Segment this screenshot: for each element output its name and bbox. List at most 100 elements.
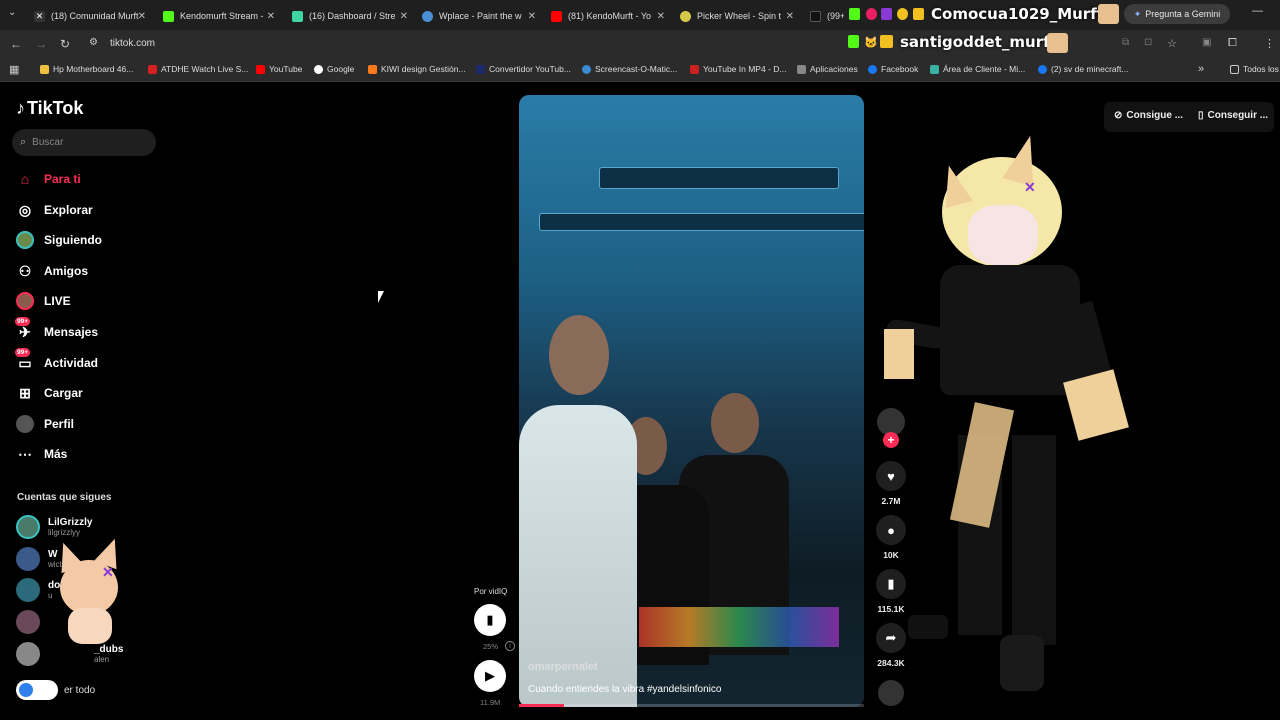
kick-emote-icon bbox=[849, 8, 860, 20]
video-player[interactable] bbox=[519, 95, 864, 707]
nav-activity[interactable]: ▭ 99+ Actividad bbox=[15, 348, 99, 374]
tab-6[interactable]: Picker Wheel - Spin t ✕ bbox=[680, 5, 794, 27]
bookmark-item[interactable]: Todos los bbox=[1230, 64, 1279, 74]
url-field[interactable]: tiktok.com bbox=[110, 38, 155, 49]
nav-label: Amigos bbox=[44, 264, 89, 278]
upload-plus-icon: ⊞ bbox=[19, 384, 31, 401]
back-icon[interactable]: ← bbox=[10, 37, 22, 51]
nav-friends[interactable]: ⚇ Amigos bbox=[16, 260, 88, 282]
bookmark-item[interactable]: Hp Motherboard 46... bbox=[40, 64, 133, 74]
bookmark-label: Google bbox=[327, 64, 355, 74]
close-icon[interactable]: ✕ bbox=[400, 11, 408, 22]
extension-icon[interactable]: ▣ bbox=[1202, 37, 1211, 48]
bookmark-label: Hp Motherboard 46... bbox=[53, 64, 134, 74]
search-input[interactable] bbox=[32, 137, 133, 148]
bookmark-label: (2) sv de minecraft... bbox=[1051, 64, 1129, 74]
search-box[interactable]: ⌕ bbox=[12, 129, 156, 156]
bookmark-item[interactable]: KIWI design Gestión... bbox=[368, 64, 466, 74]
get-app-link[interactable]: ⊘ Consigue ... bbox=[1114, 110, 1183, 121]
bookmark-label: KIWI design Gestión... bbox=[381, 64, 466, 74]
youtube-icon bbox=[551, 10, 562, 22]
toggle-switch[interactable] bbox=[16, 680, 58, 700]
bookmark-item[interactable]: YouTube In MP4 - D... bbox=[690, 64, 786, 74]
chat-overlay-name-1: Comocua1029_Murft : bbox=[931, 5, 1116, 23]
bookmark-item[interactable]: Aplicaciones bbox=[797, 64, 858, 74]
close-icon[interactable]: ✕ bbox=[528, 11, 536, 22]
bookmark-label: YouTube In MP4 - D... bbox=[703, 64, 787, 74]
google-icon bbox=[314, 64, 323, 74]
tab-label: (18) Comunidad Murft bbox=[51, 11, 139, 21]
video-progress[interactable] bbox=[519, 704, 864, 707]
tab-5[interactable]: (81) KendoMurft - Yo ✕ bbox=[551, 5, 665, 27]
tab-label: Wplace - Paint the w bbox=[439, 11, 522, 21]
keyboard-stage-prop bbox=[539, 213, 864, 231]
account-item[interactable]: LilGrizzly lilgrizzlyy bbox=[16, 514, 92, 540]
bookmark-item[interactable]: Convertidor YouTub... bbox=[476, 64, 571, 74]
facebook-icon bbox=[868, 64, 877, 74]
menu-icon[interactable]: ⋮ bbox=[1264, 37, 1275, 50]
tab-4[interactable]: Wplace - Paint the w ✕ bbox=[422, 5, 536, 27]
tab-3[interactable]: (16) Dashboard / Stre ✕ bbox=[292, 5, 408, 27]
tiktok-logo[interactable]: ♪ TikTok bbox=[16, 98, 83, 119]
nav-live[interactable]: LIVE bbox=[16, 290, 71, 312]
bookmark-item[interactable]: Facebook bbox=[868, 64, 918, 74]
nav-following[interactable]: Siguiendo bbox=[16, 229, 102, 251]
bookmark-favicon-icon bbox=[40, 64, 49, 74]
tab-2[interactable]: Kendomurft Stream - ✕ bbox=[163, 5, 275, 27]
bookmark-item[interactable]: Screencast-O-Matic... bbox=[582, 64, 677, 74]
tab-list-icon[interactable]: ⌄ bbox=[8, 7, 16, 18]
account-item[interactable] bbox=[16, 609, 48, 635]
nav-messages[interactable]: ✈ 99+ Mensajes bbox=[15, 317, 98, 343]
nav-label: Para ti bbox=[44, 172, 81, 186]
close-icon[interactable]: ✕ bbox=[138, 11, 146, 22]
nav-profile[interactable]: Perfil bbox=[16, 413, 74, 435]
nav-for-you[interactable]: ⌂ Para ti bbox=[16, 168, 81, 190]
get-desktop-link[interactable]: ▯ Conseguir ... bbox=[1198, 110, 1268, 121]
close-icon[interactable]: ✕ bbox=[267, 11, 275, 22]
get-app-label: Consigue ... bbox=[1126, 110, 1184, 121]
apps-grid-icon[interactable]: ▦ bbox=[9, 63, 19, 76]
see-all-link[interactable]: er todo bbox=[16, 680, 95, 700]
star-icon[interactable]: ☆ bbox=[1167, 37, 1177, 50]
tab-1[interactable]: ✕ (18) Comunidad Murft ✕ bbox=[34, 5, 146, 27]
bookmark-item[interactable]: YouTube bbox=[256, 64, 302, 74]
puzzle-icon[interactable]: ⧠ bbox=[1228, 37, 1237, 50]
vidiq-stats-button[interactable]: ▮ bbox=[474, 604, 506, 636]
gemini-button[interactable]: ✦ Pregunta a Gemini bbox=[1124, 4, 1230, 24]
avatar bbox=[16, 578, 40, 602]
avatar-emote-icon bbox=[1047, 33, 1068, 53]
bookmark-item[interactable]: Área de Cliente - Mi... bbox=[930, 64, 1025, 74]
bookmark-item[interactable]: (2) sv de minecraft... bbox=[1038, 64, 1128, 74]
bookmark-item[interactable]: Google bbox=[314, 64, 354, 74]
translate-icon[interactable]: ⧉ bbox=[1122, 37, 1129, 48]
folder-icon bbox=[1230, 64, 1239, 74]
info-icon[interactable]: i bbox=[505, 641, 515, 651]
facebook-icon bbox=[1038, 64, 1047, 74]
nav-label: Cargar bbox=[44, 386, 83, 400]
nav-label: Actividad bbox=[44, 356, 99, 370]
kick-icon bbox=[163, 10, 174, 22]
message-icon: ✈ 99+ bbox=[15, 317, 31, 340]
x-icon: ✕ bbox=[34, 10, 45, 22]
cast-icon[interactable]: ⊡ bbox=[1144, 37, 1152, 48]
close-icon[interactable]: ✕ bbox=[657, 11, 665, 22]
play-button[interactable]: ▶ bbox=[474, 660, 506, 692]
tab-7[interactable]: (99+ bbox=[810, 5, 844, 27]
home-icon: ⌂ bbox=[20, 171, 30, 187]
forward-icon[interactable]: → bbox=[35, 37, 47, 51]
tab-label: Kendomurft Stream - bbox=[180, 11, 264, 21]
chat-overlay-name-2: santigoddet_murft : bbox=[900, 33, 1069, 51]
reload-icon[interactable]: ↻ bbox=[60, 37, 70, 51]
nav-upload[interactable]: ⊞ Cargar bbox=[16, 382, 83, 404]
nav-more[interactable]: ⋯ Más bbox=[16, 443, 67, 465]
play-icon: ▶ bbox=[485, 668, 495, 683]
nav-explore[interactable]: ◎ Explorar bbox=[16, 199, 93, 221]
bookmark-item[interactable]: ATDHE Watch Live S... bbox=[148, 64, 248, 74]
video-author[interactable]: omarpernalet bbox=[528, 661, 598, 673]
site-info-icon[interactable]: ⚙ bbox=[89, 37, 98, 48]
nav-label: Más bbox=[44, 447, 68, 461]
more-bookmarks-icon[interactable]: » bbox=[1198, 63, 1204, 75]
apps-icon bbox=[797, 64, 806, 74]
close-icon[interactable]: ✕ bbox=[786, 11, 794, 22]
minimize-icon[interactable]: — bbox=[1252, 5, 1263, 17]
